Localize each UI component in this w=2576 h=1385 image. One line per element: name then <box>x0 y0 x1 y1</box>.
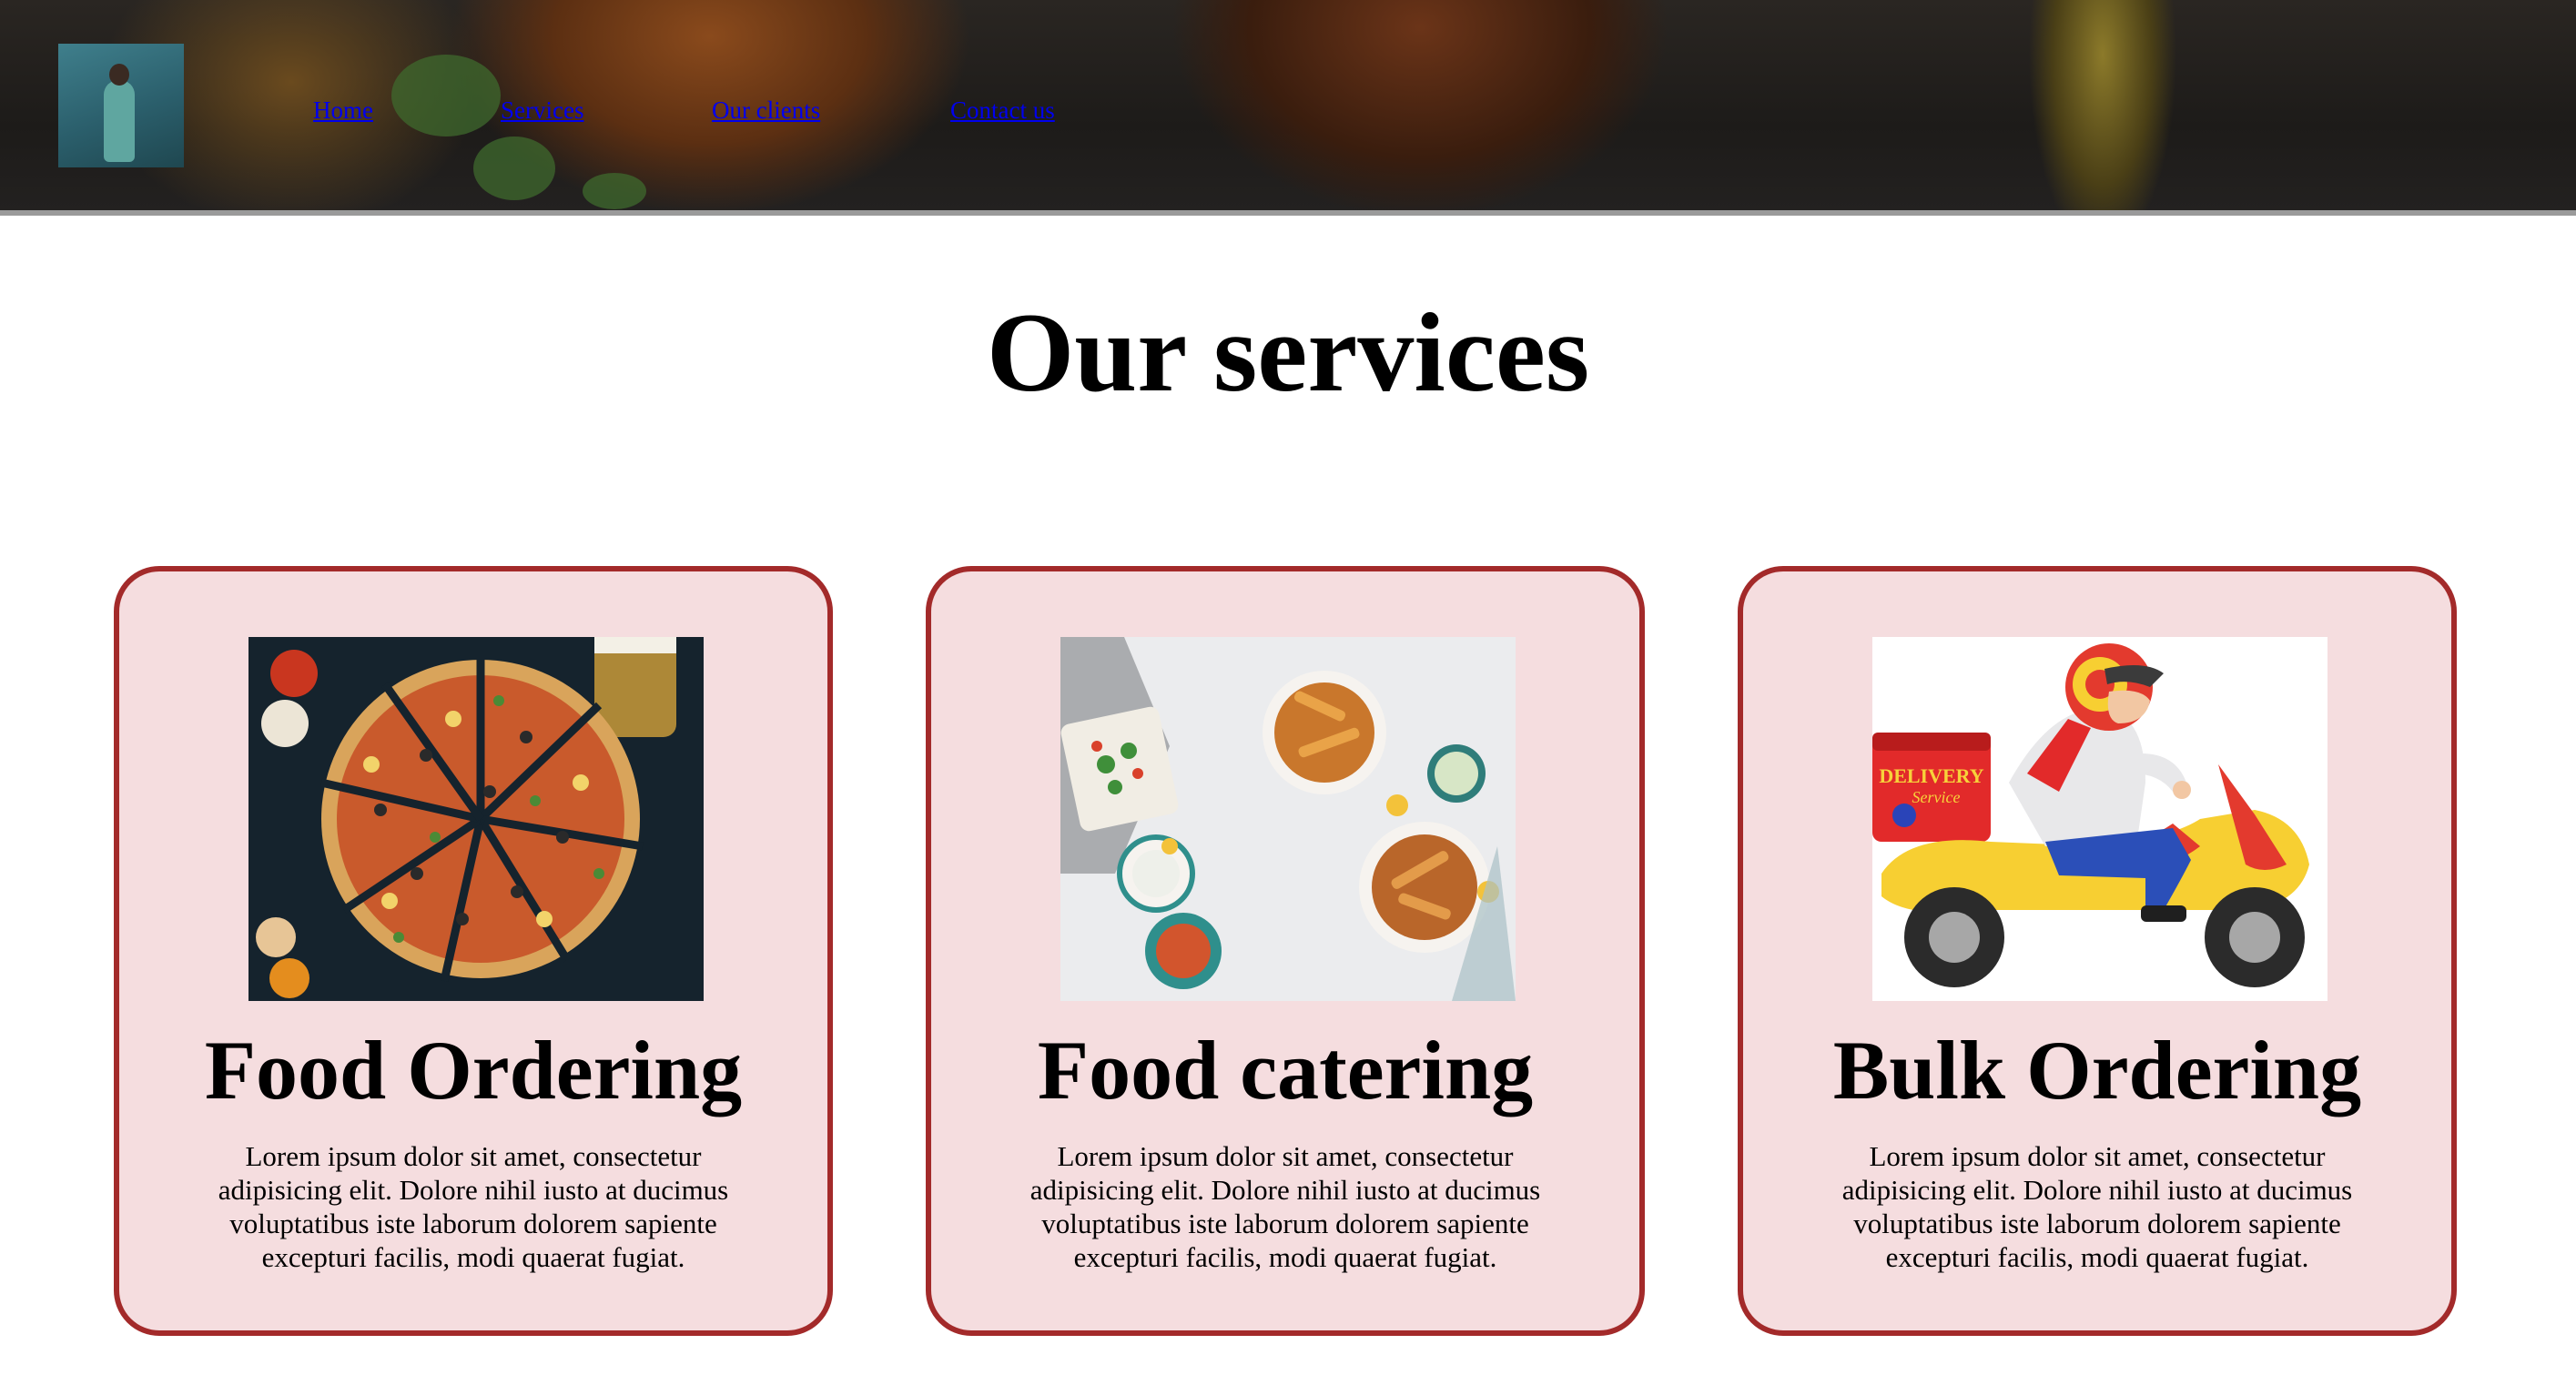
logo-figure <box>104 80 135 162</box>
pizza-photo <box>248 637 704 1001</box>
page-title: Our services <box>986 290 1590 415</box>
logo-figure-head <box>109 64 129 86</box>
nav-link-our-clients[interactable]: Our clients <box>712 96 820 125</box>
service-card-food-catering: Food catering Lorem ipsum dolor sit amet… <box>926 566 1645 1336</box>
logo[interactable] <box>58 44 184 167</box>
card-title: Bulk Ordering <box>1832 1024 2362 1117</box>
service-card-food-ordering: Food Ordering Lorem ipsum dolor sit amet… <box>114 566 833 1336</box>
site-header: Home Services Our clients Contact us <box>0 0 2576 216</box>
card-description: Lorem ipsum dolor sit amet, consectetur … <box>218 1140 729 1273</box>
nav-link-services[interactable]: Services <box>501 96 583 125</box>
nav-link-home[interactable]: Home <box>313 96 373 125</box>
herb-garnish <box>583 173 646 209</box>
nav-link-contact-us[interactable]: Contact us <box>950 96 1055 125</box>
card-description: Lorem ipsum dolor sit amet, consectetur … <box>1029 1140 1541 1273</box>
card-title: Food Ordering <box>204 1024 743 1117</box>
card-title: Food catering <box>1037 1024 1534 1117</box>
herb-garnish <box>473 136 555 200</box>
catering-photo <box>1060 637 1516 1001</box>
card-description: Lorem ipsum dolor sit amet, consectetur … <box>1841 1140 2353 1273</box>
delivery-box-sublabel: Service <box>1912 788 1961 806</box>
delivery-box-label: DELIVERY <box>1879 764 1983 787</box>
delivery-scooter-illustration: DELIVERY Service <box>1872 637 2328 1001</box>
herb-garnish <box>391 55 501 136</box>
service-card-bulk-ordering: DELIVERY Service Bulk Ordering Lorem ips… <box>1738 566 2457 1336</box>
